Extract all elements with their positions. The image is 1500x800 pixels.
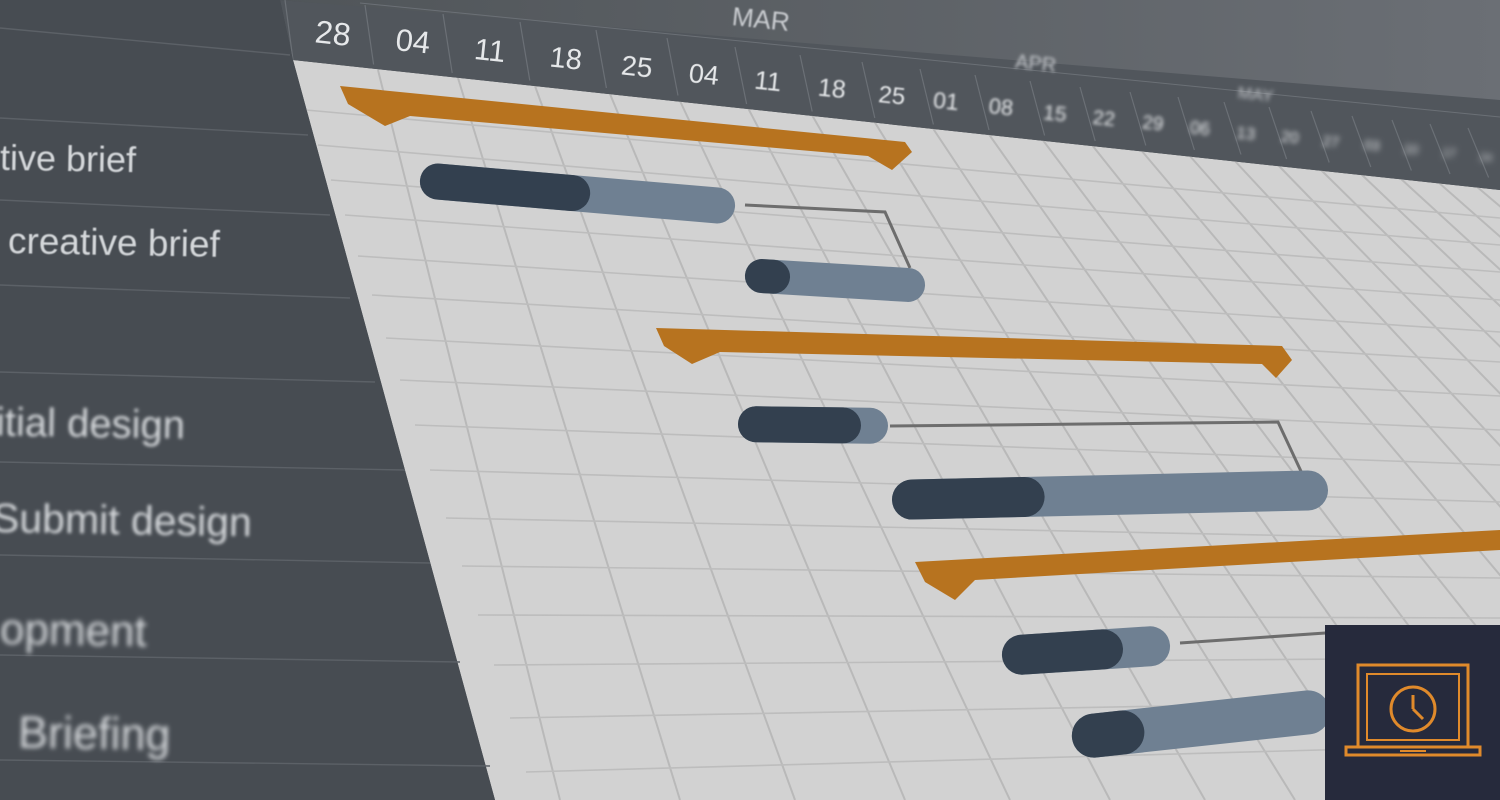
task-bar-progress (1001, 629, 1124, 675)
timeline-month: MAR (731, 1, 792, 37)
timeline-date: 25 (877, 81, 906, 111)
timeline-date: 17 (1442, 146, 1457, 161)
task-label[interactable]: Submit design (0, 495, 252, 547)
timeline-month: APR (1014, 51, 1057, 77)
timeline-date: 01 (932, 87, 960, 116)
timeline-date: 10 (1403, 141, 1419, 157)
task-label[interactable]: tive brief (0, 137, 136, 181)
timeline-date: 18 (817, 73, 848, 104)
timeline-month: MAY (1237, 83, 1274, 106)
timeline-date: 04 (687, 58, 720, 91)
timeline-date: 11 (753, 65, 783, 98)
app-logo (1325, 625, 1500, 800)
laptop-clock-icon (1344, 663, 1482, 757)
timeline-date: 08 (987, 93, 1014, 120)
timeline-date: 11 (473, 33, 507, 69)
gantt-chart-view: 28 04 11 18 25 04 11 18 25 01 08 15 22 29 06 13 20 27 03 10… (0, 0, 1500, 800)
timeline-date: 04 (394, 22, 432, 60)
timeline-date: 15 (1042, 101, 1068, 126)
timeline-date: 25 (620, 49, 654, 83)
task-label[interactable]: creative brief (8, 220, 221, 266)
gantt-canvas: 28 04 11 18 25 04 11 18 25 01 08 15 22 29 06 13 20 27 03 10… (0, 0, 1500, 800)
timeline-date: 22 (1092, 107, 1116, 131)
task-bar[interactable] (737, 406, 889, 444)
task-bar-progress (891, 476, 1045, 520)
task-bar-progress (737, 406, 862, 444)
timeline-date: 06 (1189, 117, 1211, 139)
timeline-date: 03 (1363, 136, 1380, 154)
timeline-date: 13 (1236, 123, 1257, 144)
task-label[interactable]: itial design (0, 400, 185, 448)
task-label[interactable]: opment (0, 605, 147, 658)
timeline-date: 18 (548, 42, 583, 77)
timeline-date: 27 (1322, 132, 1340, 151)
timeline-date: 20 (1280, 129, 1300, 148)
timeline-date: 29 (1141, 113, 1164, 136)
task-label[interactable]: Briefing (18, 707, 171, 762)
timeline-date: 24 (1479, 151, 1492, 164)
timeline-date: 28 (313, 13, 352, 53)
